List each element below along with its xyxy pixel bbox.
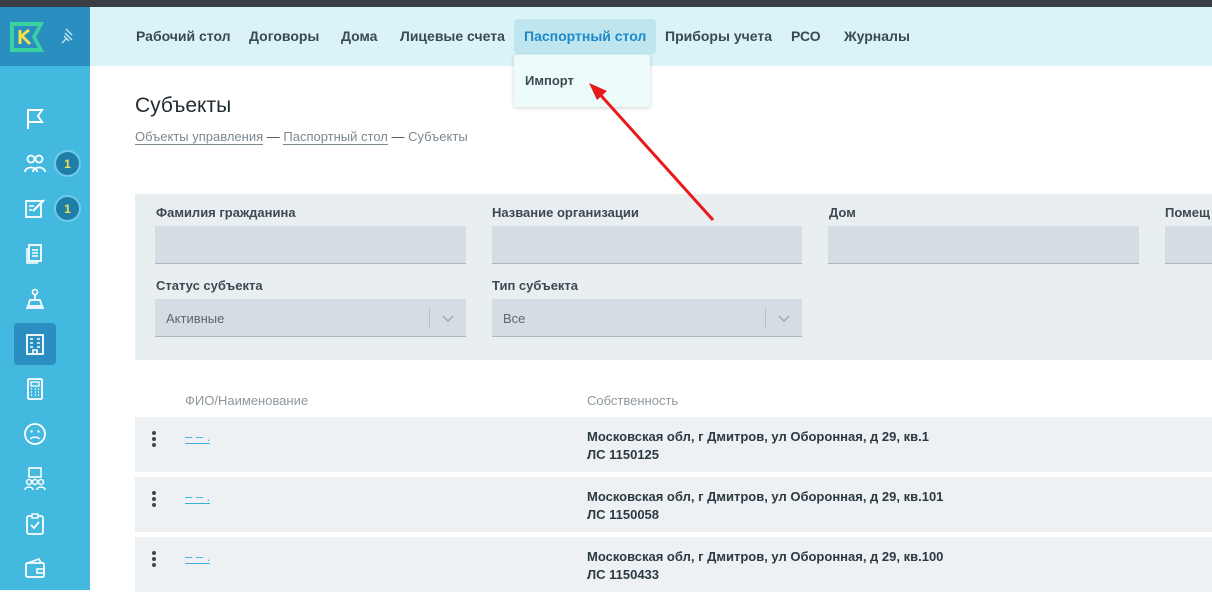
building-icon[interactable]	[14, 323, 56, 365]
property-address: Московская обл, г Дмитров, ул Оборонная,…	[587, 429, 929, 444]
flag-icon[interactable]	[14, 98, 56, 140]
nav-item-passport-office[interactable]: Паспортный стол	[514, 19, 657, 54]
nav-item-desktop[interactable]: Рабочий стол	[126, 19, 241, 54]
page-title: Субъекты	[135, 94, 232, 117]
chevron-down-icon	[778, 315, 790, 322]
edit-icon[interactable]	[14, 188, 56, 230]
meter-icon[interactable]	[14, 278, 56, 320]
chevron-down-icon	[442, 315, 454, 322]
property-cell: Московская обл, г Дмитров, ул Оборонная,…	[587, 548, 943, 584]
dropdown-item-import[interactable]: Импорт	[525, 73, 574, 88]
status-select[interactable]: Активные	[155, 299, 466, 337]
breadcrumb-separator: —	[266, 129, 284, 144]
personal-account: ЛС 1150125	[587, 447, 660, 462]
property-cell: Московская обл, г Дмитров, ул Оборонная,…	[587, 488, 943, 524]
type-label: Тип субъекта	[492, 278, 579, 293]
surname-label: Фамилия гражданина	[156, 205, 296, 220]
property-cell: Московская обл, г Дмитров, ул Оборонная,…	[587, 428, 929, 464]
notification-badge: 1	[54, 150, 81, 177]
notification-badge: 1	[54, 195, 81, 222]
property-address: Московская обл, г Дмитров, ул Оборонная,…	[587, 549, 944, 564]
subject-name-link[interactable]: – – .	[185, 430, 211, 444]
sidebar: 1 1	[0, 7, 90, 590]
documents-icon[interactable]	[14, 233, 56, 275]
calculator-icon[interactable]	[14, 368, 56, 410]
breadcrumb-current: Субъекты	[408, 129, 468, 144]
table-row[interactable]: – – . Московская обл, г Дмитров, ул Обор…	[135, 417, 1212, 472]
property-address: Московская обл, г Дмитров, ул Оборонная,…	[587, 489, 944, 504]
more-options-icon[interactable]	[151, 430, 157, 448]
nav-item-houses[interactable]: Дома	[331, 19, 387, 54]
nav-item-contracts[interactable]: Договоры	[239, 19, 329, 54]
window-top-strip	[0, 0, 1212, 7]
org-field[interactable]	[492, 226, 802, 264]
house-label: Дом	[829, 205, 856, 220]
column-header-property[interactable]: Собственность	[587, 393, 678, 408]
filter-panel: Фамилия гражданина Название организации …	[135, 194, 1212, 360]
checklist-icon[interactable]	[14, 503, 56, 545]
select-divider	[765, 307, 766, 329]
breadcrumb: Объекты управления — Паспортный стол — С…	[135, 129, 468, 145]
status-select-value: Активные	[166, 311, 225, 326]
more-options-icon[interactable]	[151, 550, 157, 568]
breadcrumb-link[interactable]: Паспортный стол	[283, 129, 388, 145]
house-field[interactable]	[828, 226, 1139, 264]
org-label: Название организации	[492, 205, 639, 220]
table-row[interactable]: – – . Московская обл, г Дмитров, ул Обор…	[135, 537, 1212, 592]
nav-item-meters[interactable]: Приборы учета	[655, 19, 782, 54]
more-options-icon[interactable]	[151, 490, 157, 508]
people-icon[interactable]	[14, 143, 56, 185]
logo-bar	[0, 7, 90, 66]
type-select-value: Все	[503, 311, 526, 326]
surname-field[interactable]	[155, 226, 466, 264]
personal-account: ЛС 1150058	[587, 507, 660, 522]
table-row[interactable]: – – . Московская обл, г Дмитров, ул Обор…	[135, 477, 1212, 532]
select-divider	[429, 307, 430, 329]
nav-item-journals[interactable]: Журналы	[834, 19, 920, 54]
nav-item-rso[interactable]: РСО	[781, 19, 831, 54]
type-select[interactable]: Все	[492, 299, 802, 337]
wallet-icon[interactable]	[14, 548, 56, 590]
passport-office-dropdown: Импорт	[514, 55, 650, 107]
room-field[interactable]	[1165, 226, 1212, 264]
room-label: Помещ	[1165, 205, 1210, 220]
sad-face-icon[interactable]	[14, 413, 56, 455]
subject-name-link[interactable]: – – .	[185, 490, 211, 504]
logo[interactable]	[8, 20, 46, 54]
top-nav: Рабочий стол Договоры Дома Лицевые счета…	[90, 7, 1212, 66]
pin-icon[interactable]	[60, 27, 78, 45]
status-label: Статус субъекта	[156, 278, 263, 293]
subject-name-link[interactable]: – – .	[185, 550, 211, 564]
column-header-name[interactable]: ФИО/Наименование	[185, 393, 308, 408]
breadcrumb-link[interactable]: Объекты управления	[135, 129, 264, 145]
group-icon[interactable]	[14, 458, 56, 500]
breadcrumb-separator: —	[391, 129, 409, 144]
nav-item-accounts[interactable]: Лицевые счета	[390, 19, 515, 54]
personal-account: ЛС 1150433	[587, 567, 660, 582]
